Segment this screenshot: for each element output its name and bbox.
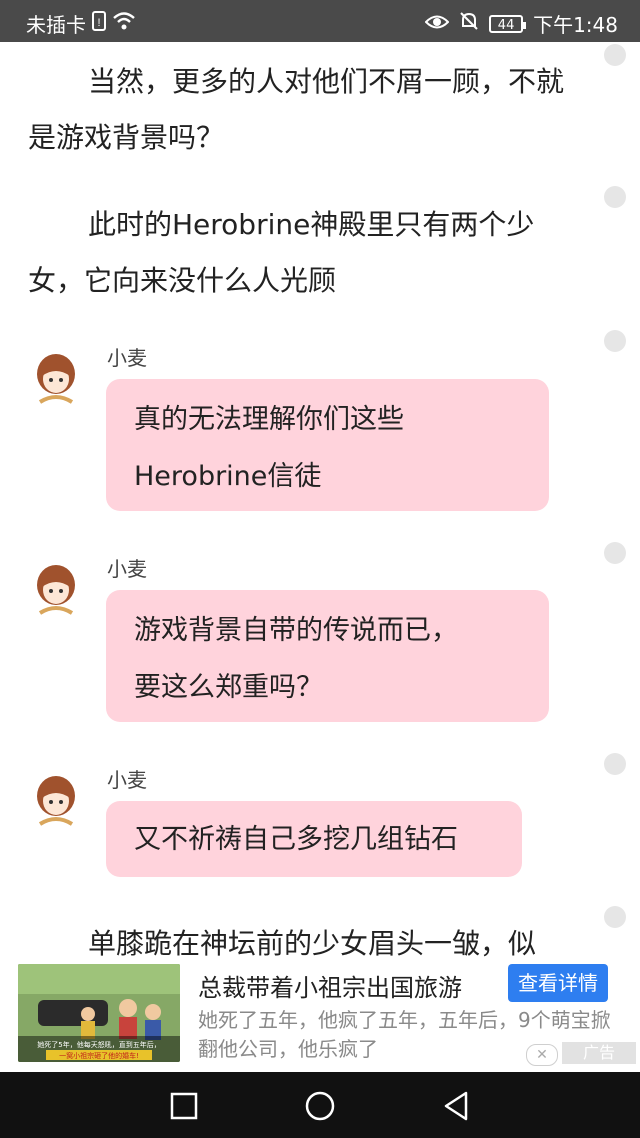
recents-button[interactable] — [168, 1090, 200, 1122]
home-button[interactable] — [304, 1090, 336, 1122]
mute-bell-icon — [459, 11, 479, 36]
comment-dot-icon[interactable] — [604, 906, 626, 928]
avatar[interactable] — [34, 563, 78, 619]
sender-name: 小麦 — [107, 346, 147, 370]
avatar[interactable] — [34, 774, 78, 830]
ad-banner[interactable]: 她死了5年，他每天怒吼，直到五年后， 一窝小祖宗砸了他的婚车! 总裁带着小祖宗出… — [0, 964, 640, 1072]
battery-icon: 44 — [489, 14, 527, 33]
comment-dot-icon[interactable] — [604, 44, 626, 66]
svg-text:!: ! — [97, 17, 100, 29]
ad-title[interactable]: 总裁带着小祖宗出国旅游 — [198, 968, 462, 1003]
message-bubble[interactable]: 游戏背景自带的传说而已， 要这么郑重吗？ — [106, 590, 549, 722]
message-text: Herobrine信徒 — [134, 461, 322, 492]
message-text: 又不祈祷自己多挖几组钻石 — [134, 824, 458, 855]
sim-icon: ! — [92, 11, 106, 36]
story-paragraph: 单膝跪在神坛前的少女眉头一皱，似 — [28, 916, 588, 964]
paragraph-text: 此时的Herobrine神殿里只有两个少女，它向来没什么人光顾 — [28, 208, 535, 297]
ad-thumbnail[interactable]: 她死了5年，他每天怒吼，直到五年后， 一窝小祖宗砸了他的婚车! — [18, 964, 180, 1062]
comment-dot-icon[interactable] — [604, 330, 626, 352]
comment-dot-icon[interactable] — [604, 753, 626, 775]
ad-thumb-caption: 一窝小祖宗砸了他的婚车! — [59, 1051, 139, 1060]
message-bubble[interactable]: 又不祈祷自己多挖几组钻石 — [106, 801, 522, 877]
view-details-button[interactable]: 查看详情 — [508, 964, 608, 1002]
paragraph-text: 当然，更多的人对他们不屑一顾，不就是游戏背景吗？ — [28, 65, 565, 154]
comment-dot-icon[interactable] — [604, 186, 626, 208]
avatar[interactable] — [34, 352, 78, 408]
back-button[interactable] — [440, 1090, 472, 1122]
message-text: 游戏背景自带的传说而已， — [134, 615, 458, 646]
wifi-icon — [112, 11, 136, 36]
ad-thumb-caption: 她死了5年，他每天怒吼，直到五年后， — [37, 1040, 160, 1049]
comment-dot-icon[interactable] — [604, 542, 626, 564]
message-bubble[interactable]: 真的无法理解你们这些 Herobrine信徒 — [106, 379, 549, 511]
status-bar: 未插卡 ! 44 下午1:48 — [0, 0, 640, 42]
eye-icon — [424, 12, 450, 36]
story-paragraph: 此时的Herobrine神殿里只有两个少女，它向来没什么人光顾 — [28, 197, 588, 309]
story-content: 当然，更多的人对他们不屑一顾，不就是游戏背景吗？ 此时的Herobrine神殿里… — [0, 42, 640, 964]
status-right: 44 下午1:48 — [424, 9, 618, 38]
sender-name: 小麦 — [107, 557, 147, 581]
paragraph-text: 单膝跪在神坛前的少女眉头一皱，似 — [88, 927, 537, 960]
story-paragraph: 当然，更多的人对他们不屑一顾，不就是游戏背景吗？ — [28, 54, 588, 166]
sender-name: 小麦 — [107, 768, 147, 792]
ad-close-icon[interactable]: ✕ — [526, 1044, 558, 1066]
message-text: 真的无法理解你们这些 — [134, 404, 404, 435]
ad-label-badge: 广告 — [562, 1042, 636, 1064]
clock-text: 下午1:48 — [533, 13, 618, 37]
carrier-text: 未插卡 — [26, 13, 86, 37]
status-left: 未插卡 ! — [26, 9, 136, 38]
message-text: 要这么郑重吗？ — [134, 672, 323, 703]
ad-label-text: 广告 — [582, 1043, 615, 1062]
system-nav-bar — [0, 1072, 640, 1138]
